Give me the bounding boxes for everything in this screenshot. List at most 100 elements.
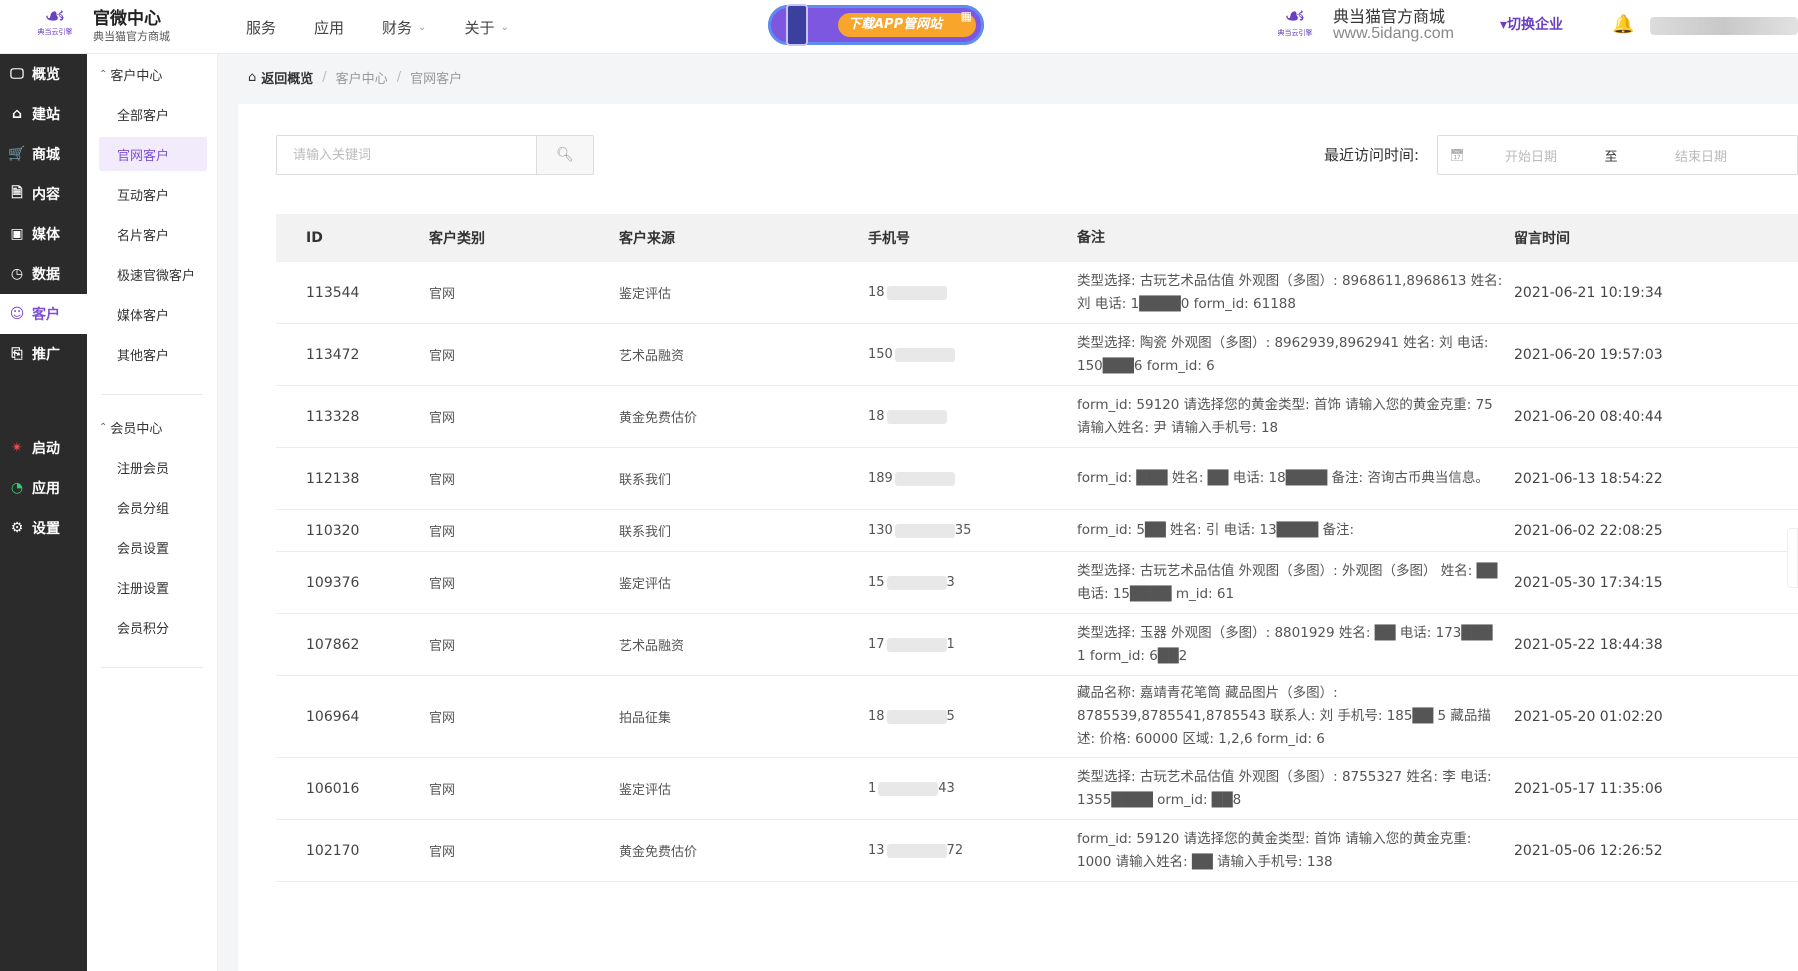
cloud-logo-icon: ☙ bbox=[1284, 2, 1306, 30]
sidebar-item-mall[interactable]: 🛒 商城 bbox=[0, 134, 87, 174]
submenu-registered-members[interactable]: 注册会员 bbox=[87, 447, 217, 487]
sidebar-item-customers[interactable]: ☺ 客户 bbox=[0, 294, 87, 334]
cell-source: 黄金免费估价 bbox=[619, 411, 698, 426]
cell-phone: 1 43 bbox=[868, 781, 955, 796]
submenu-card-customers[interactable]: 名片客户 bbox=[87, 214, 217, 254]
cell-note: 藏品名称: 嘉靖青花笔筒 藏品图片（多图）: 8785539,8785541,8… bbox=[1077, 685, 1491, 747]
cell-source: 联系我们 bbox=[619, 473, 672, 488]
table-row[interactable]: 113472 官网 艺术品融资 150 类型选择: 陶瓷 外观图（多图）: 896293… bbox=[276, 324, 1798, 386]
start-date-input[interactable]: 开始日期 bbox=[1476, 146, 1586, 165]
sidebar-item-promotion[interactable]: ⎘ 推广 bbox=[0, 334, 87, 374]
breadcrumb-back-overview[interactable]: 返回概览 bbox=[261, 68, 313, 87]
nav-apps[interactable]: 应用 bbox=[314, 17, 344, 38]
chevron-up-icon: ⌃ bbox=[99, 68, 108, 80]
redaction-mask bbox=[886, 285, 947, 300]
search-box: 🔍︎ bbox=[276, 135, 594, 175]
redaction-mask bbox=[886, 843, 947, 858]
brand-logo[interactable]: ☙ 典当云引擎 bbox=[30, 4, 80, 46]
search-icon: 🔍︎ bbox=[556, 147, 574, 163]
customer-table: ID 客户类别 客户来源 手机号 备注 留言时间 113544 官网 鉴定评估 18 类… bbox=[276, 214, 1798, 882]
date-range-picker[interactable]: 📅︎ 开始日期 至 结束日期 bbox=[1437, 135, 1798, 175]
main-sidebar: 🖵 概览 ⌂ 建站 🛒 商城 🗎 内容 ▣ 媒体 ◷ 数据 ☺ 客户 ⎘ 推广 ✴ 启动 ◔ 应用 … bbox=[0, 54, 87, 971]
header-id[interactable]: ID bbox=[276, 230, 429, 246]
submenu-member-points[interactable]: 会员积分 bbox=[87, 607, 217, 647]
header-type[interactable]: 客户类别 bbox=[429, 228, 619, 248]
bell-icon[interactable]: 🔔 bbox=[1612, 14, 1634, 35]
submenu-media-customers[interactable]: 媒体客户 bbox=[87, 294, 217, 334]
divider bbox=[101, 667, 203, 668]
breadcrumb-separator: / bbox=[322, 70, 327, 85]
submenu-member-settings[interactable]: 会员设置 bbox=[87, 527, 217, 567]
cell-type: 官网 bbox=[429, 287, 456, 302]
sidebar-item-launch[interactable]: ✴ 启动 bbox=[0, 428, 87, 468]
cloud-logo-icon: ☙ bbox=[44, 2, 66, 30]
nav-finance[interactable]: 财务 ⌄ bbox=[382, 17, 426, 38]
cell-note: 类型选择: 陶瓷 外观图（多图）: 8962939,8962941 姓名: 刘 … bbox=[1077, 334, 1489, 374]
end-date-input[interactable]: 结束日期 bbox=[1636, 146, 1766, 165]
submenu-member-groups[interactable]: 会员分组 bbox=[87, 487, 217, 527]
submenu-fast-customers[interactable]: 极速官微客户 bbox=[87, 254, 217, 294]
table-row[interactable]: 102170 官网 黄金免费估价 13 72 form_id: 59120 请选择您的黄金… bbox=[276, 820, 1798, 882]
cell-source: 鉴定评估 bbox=[619, 783, 672, 798]
banner-label: 下载APP管网站 bbox=[838, 13, 976, 37]
cell-phone: 18 bbox=[868, 285, 1077, 300]
cell-time: 2021-05-20 01:02:20 bbox=[1514, 708, 1663, 725]
cell-note: 类型选择: 古玩艺术品估值 外观图（多图）: 8755327 姓名: 李 电话:… bbox=[1077, 768, 1492, 808]
submenu-registration-settings[interactable]: 注册设置 bbox=[87, 567, 217, 607]
sidebar-item-overview[interactable]: 🖵 概览 bbox=[0, 54, 87, 94]
sidebar-item-settings[interactable]: ⚙ 设置 bbox=[0, 508, 87, 548]
side-drawer-handle[interactable] bbox=[1787, 528, 1798, 588]
breadcrumb-separator: / bbox=[396, 70, 402, 85]
header-time[interactable]: 留言时间 bbox=[1514, 228, 1764, 248]
nav-about[interactable]: 关于 ⌄ bbox=[464, 17, 508, 38]
table-row[interactable]: 106964 官网 拍品征集 18 5 藏品名称: 嘉靖青花笔筒 藏品图片（多图）: 87… bbox=[276, 676, 1798, 758]
cart-icon: 🛒 bbox=[8, 146, 26, 162]
table-row[interactable]: 113544 官网 鉴定评估 18 类型选择: 古玩艺术品估值 外观图（多图）: 896… bbox=[276, 262, 1798, 324]
cell-type: 官网 bbox=[429, 525, 456, 540]
nav-service[interactable]: 服务 bbox=[246, 17, 276, 38]
sidebar-item-data[interactable]: ◷ 数据 bbox=[0, 254, 87, 294]
tag-icon: ⎘ bbox=[11, 346, 23, 362]
sidebar-item-media[interactable]: ▣ 媒体 bbox=[0, 214, 87, 254]
search-input[interactable] bbox=[277, 136, 536, 174]
table-row[interactable]: 110320 官网 联系我们 130 35 form_id: 5██ 姓名: 引 电话: … bbox=[276, 510, 1798, 552]
user-account-menu[interactable] bbox=[1650, 17, 1798, 35]
search-button[interactable]: 🔍︎ bbox=[536, 136, 593, 174]
cell-phone: 18 bbox=[868, 409, 1077, 424]
member-center-group[interactable]: ⌃ 会员中心 bbox=[87, 407, 217, 447]
store-name: 典当猫官方商城 bbox=[1333, 7, 1446, 26]
breadcrumb-customer-center[interactable]: 客户中心 bbox=[336, 68, 388, 87]
table-row[interactable]: 107862 官网 艺术品融资 17 1 类型选择: 玉器 外观图（多图）: 880192… bbox=[276, 614, 1798, 676]
customer-center-group[interactable]: ⌃ 客户中心 bbox=[87, 54, 217, 94]
redaction-mask bbox=[894, 347, 955, 362]
header-phone[interactable]: 手机号 bbox=[868, 228, 1077, 248]
header-note[interactable]: 备注 bbox=[1077, 227, 1514, 250]
cell-id: 106016 bbox=[306, 780, 360, 797]
sidebar-item-apps[interactable]: ◔ 应用 bbox=[0, 468, 87, 508]
sidebar-item-site[interactable]: ⌂ 建站 bbox=[0, 94, 87, 134]
cell-note: form_id: 59120 请选择您的黄金类型: 首饰 请输入您的黄金克重: … bbox=[1077, 396, 1493, 436]
table-row[interactable]: 113328 官网 黄金免费估价 18 form_id: 59120 请选择您的黄金类型… bbox=[276, 386, 1798, 448]
table-row[interactable]: 112138 官网 联系我们 189 form_id: ███ 姓名: ██ 电话: 1… bbox=[276, 448, 1798, 510]
redaction-mask bbox=[878, 781, 939, 796]
header-source[interactable]: 客户来源 bbox=[619, 228, 868, 248]
switch-enterprise-button[interactable]: ▾切换企业 bbox=[1500, 14, 1563, 34]
brand-subtitle: 典当猫官方商城 bbox=[93, 30, 170, 43]
sidebar-item-content[interactable]: 🗎 内容 bbox=[0, 174, 87, 214]
submenu-all-customers[interactable]: 全部客户 bbox=[87, 94, 217, 134]
table-row[interactable]: 109376 官网 鉴定评估 15 3 类型选择: 古玩艺术品估值 外观图（多图）: 外观… bbox=[276, 552, 1798, 614]
store-url[interactable]: www.5idang.com bbox=[1333, 25, 1454, 43]
download-app-banner[interactable]: 下载APP管网站 ▦ bbox=[768, 4, 984, 46]
submenu-interactive-customers[interactable]: 互动客户 bbox=[87, 174, 217, 214]
secondary-menu: ⌃ 客户中心 全部客户 官网客户 互动客户 名片客户 极速官微客户 媒体客户 其他… bbox=[87, 54, 218, 971]
submenu-site-customers[interactable]: 官网客户 bbox=[99, 137, 207, 171]
table-row[interactable]: 106016 官网 鉴定评估 1 43 类型选择: 古玩艺术品估值 外观图（多图）: 87… bbox=[276, 758, 1798, 820]
cell-phone: 189 bbox=[868, 471, 1077, 486]
table-body: 113544 官网 鉴定评估 18 类型选择: 古玩艺术品估值 外观图（多图）: 896… bbox=[276, 262, 1798, 882]
cell-time: 2021-06-02 22:08:25 bbox=[1514, 522, 1663, 539]
breadcrumb: ⌂ 返回概览 / 客户中心 / 官网客户 bbox=[248, 68, 462, 87]
home-icon: ⌂ bbox=[248, 70, 257, 85]
breadcrumb-site-customers: 官网客户 bbox=[410, 72, 463, 87]
submenu-other-customers[interactable]: 其他客户 bbox=[87, 334, 217, 374]
cell-phone: 18 5 bbox=[868, 709, 955, 724]
